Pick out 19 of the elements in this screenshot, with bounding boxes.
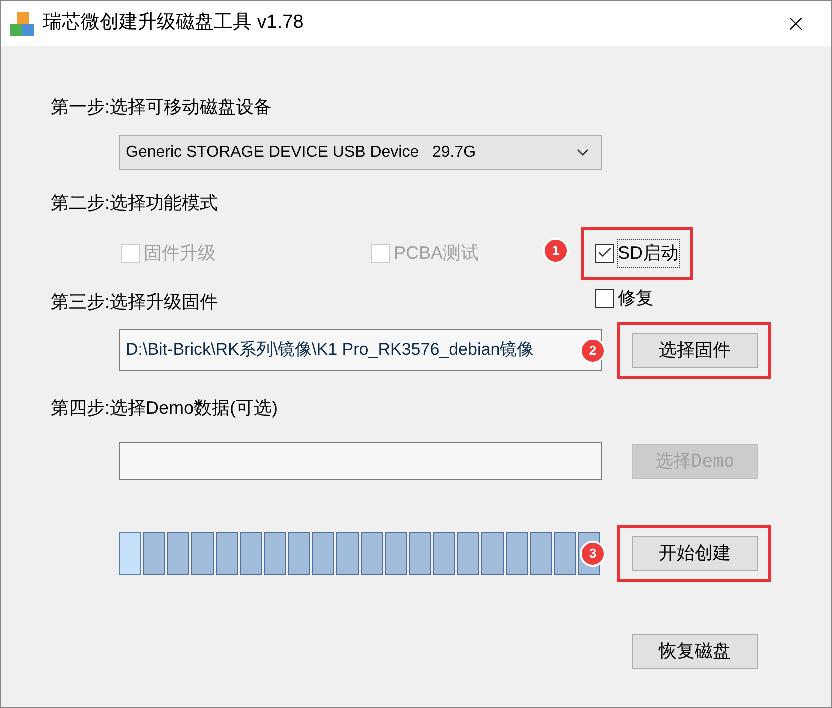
checkbox-label: 修复 xyxy=(618,286,654,310)
demo-path-field[interactable] xyxy=(119,442,602,480)
action-button[interactable]: 恢复磁盘 xyxy=(632,634,758,669)
blocks-icon xyxy=(9,10,35,36)
device-dropdown[interactable]: Generic STORAGE DEVICE USB Device 29.7G xyxy=(119,135,602,170)
step-label: 第三步:选择升级固件 xyxy=(51,290,220,314)
step-label: 第四步:选择Demo数据(可选) xyxy=(51,397,280,420)
checkbox[interactable] xyxy=(595,288,614,308)
action-button[interactable]: 选择固件 xyxy=(632,332,758,368)
action-button[interactable]: 开始创建 xyxy=(632,536,758,571)
chevron-down-icon xyxy=(577,149,589,156)
step-label: 第一步:选择可移动磁盘设备 xyxy=(51,96,274,119)
checkbox-label: 固件升级 xyxy=(144,242,216,264)
step-label: 第二步:选择功能模式 xyxy=(51,192,220,215)
checkbox-label: PCBA测试 xyxy=(394,242,480,264)
checkbox[interactable] xyxy=(595,244,614,262)
step-marker: 1 xyxy=(543,238,569,264)
window-title: 瑞芯微创建升级磁盘工具 v1.78 xyxy=(43,11,304,36)
checkbox-label: SD启动 xyxy=(618,240,680,266)
